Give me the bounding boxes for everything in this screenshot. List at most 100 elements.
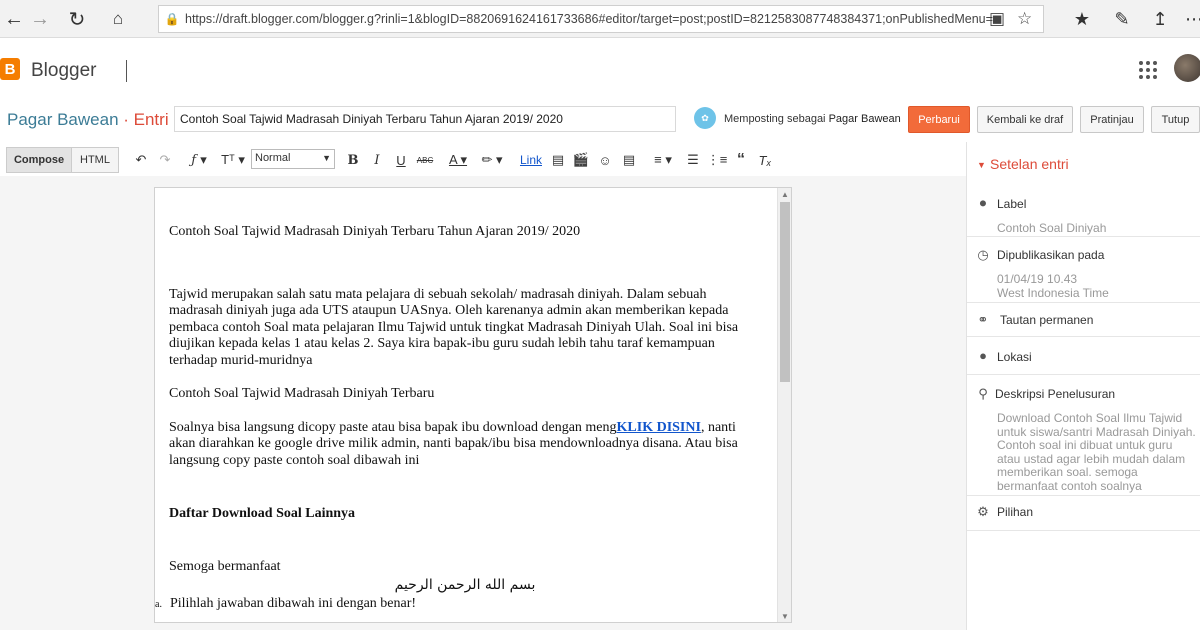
highlight-icon[interactable]: ✏ ▾ [478, 150, 506, 170]
blogger-header [0, 38, 1200, 98]
settings-divider [967, 336, 1200, 337]
user-avatar[interactable] [1174, 54, 1200, 82]
share-icon[interactable]: ↥ [1146, 6, 1174, 32]
remove-formatting-icon[interactable]: Tₓ [756, 150, 774, 170]
numbered-list-icon[interactable]: ☰ [684, 150, 702, 170]
align-icon[interactable]: ≡ ▾ [650, 150, 676, 170]
question-text: Pilihlah jawaban dibawah ini dengan bena… [169, 595, 417, 611]
forward-icon[interactable]: → [26, 6, 54, 32]
blog-name: Pagar Bawean [7, 110, 119, 129]
settings-divider [967, 236, 1200, 237]
address-bar[interactable]: 🔒 ▣ ☆ [158, 5, 1044, 33]
insert-video-icon[interactable]: 🎬 [572, 150, 590, 170]
redo-icon[interactable]: ↷ [157, 150, 173, 170]
posting-as-name: Pagar Bawean [828, 113, 901, 125]
emoji-icon[interactable]: ☺ [596, 150, 614, 170]
collapse-caret-icon[interactable]: ▼ [977, 160, 986, 170]
font-size-select[interactable]: Normal ▼ [251, 149, 335, 169]
label-value: Contoh Soal Diniyah [997, 221, 1107, 235]
para2-before: Soalnya bisa langsung dicopy paste atau … [169, 419, 617, 435]
italic-icon[interactable]: I [370, 150, 384, 170]
settings-divider [967, 495, 1200, 496]
question-line: a. Pilihlah jawaban dibawah ini dengan be… [155, 596, 747, 614]
html-tab[interactable]: HTML [71, 147, 119, 173]
post-paragraph-1: Tajwid merupakan salah satu mata pelajar… [169, 286, 739, 368]
post-settings-panel [966, 142, 1200, 630]
blog-title[interactable]: Pagar Bawean · Entri [7, 110, 169, 130]
gear-icon: ⚙ [977, 504, 989, 519]
location-title[interactable]: Lokasi [997, 350, 1032, 364]
bold-icon[interactable]: B [346, 150, 360, 170]
post-heading: Contoh Soal Tajwid Madrasah Diniyah Terb… [169, 224, 581, 239]
location-pin-icon: ● [979, 348, 987, 363]
home-icon[interactable]: ⌂ [104, 6, 132, 32]
blogger-logo[interactable]: B [0, 58, 20, 80]
posting-as-text: Memposting sebagai Pagar Bawean [724, 113, 901, 125]
mode-label: Entri [133, 110, 169, 129]
underline-icon[interactable]: U [394, 150, 408, 170]
scroll-down-icon[interactable]: ▼ [778, 610, 791, 622]
post-subheading: Contoh Soal Tajwid Madrasah Diniyah Terb… [169, 386, 435, 401]
undo-icon[interactable]: ↶ [133, 150, 149, 170]
author-avatar: ✿ [694, 107, 716, 129]
download-link[interactable]: KLIK DISINI [617, 420, 701, 435]
scroll-up-icon[interactable]: ▲ [778, 188, 791, 200]
close-button[interactable]: Tutup [1151, 106, 1200, 133]
lock-icon: 🔒 [164, 12, 180, 26]
compose-tab[interactable]: Compose [6, 147, 72, 173]
permalink-title[interactable]: Tautan permanen [1000, 313, 1093, 327]
link-button[interactable]: Link [518, 150, 544, 170]
options-title[interactable]: Pilihan [997, 505, 1033, 519]
text-color-icon[interactable]: A ▾ [444, 150, 472, 170]
quote-icon[interactable]: “ [732, 150, 750, 170]
post-title-input[interactable] [174, 106, 676, 132]
question-marker: a. [155, 598, 162, 610]
editor-frame[interactable]: Contoh Soal Tajwid Madrasah Diniyah Terb… [154, 187, 792, 623]
label-tag-icon: ⚫ [977, 196, 989, 211]
search-icon: ⚲ [978, 386, 988, 401]
revert-draft-button[interactable]: Kembali ke draf [977, 106, 1073, 133]
text-size-icon[interactable]: Tᵀ ▾ [219, 150, 247, 170]
refresh-icon[interactable]: ↻ [63, 6, 91, 32]
clock-icon: ◷ [977, 247, 989, 262]
published-timezone: West Indonesia Time [997, 286, 1109, 300]
font-family-icon[interactable]: ƒ ▾ [185, 150, 213, 170]
jump-break-icon[interactable]: ▤ [620, 150, 638, 170]
preview-button[interactable]: Pratinjau [1080, 106, 1144, 133]
url-input[interactable] [185, 12, 995, 26]
strikethrough-icon[interactable]: ABC [416, 150, 434, 170]
header-divider [126, 60, 127, 82]
basmalah-text: بسم الله الرحمن الرحيم [394, 577, 536, 593]
list-title: Daftar Download Soal Lainnya [169, 506, 356, 521]
update-button[interactable]: Perbarui [908, 106, 970, 133]
apps-grid-icon[interactable] [1136, 58, 1158, 80]
pen-note-icon[interactable]: ✎ [1108, 6, 1136, 32]
settings-title[interactable]: Setelan entri [990, 156, 1069, 172]
published-title[interactable]: Dipublikasikan pada [997, 248, 1104, 262]
app-name[interactable]: Blogger [31, 60, 97, 82]
scroll-thumb[interactable] [780, 202, 790, 382]
posting-as-prefix: Memposting sebagai [724, 113, 826, 125]
editor-content[interactable]: Contoh Soal Tajwid Madrasah Diniyah Terb… [155, 224, 761, 613]
insert-image-icon[interactable]: ▤ [549, 150, 567, 170]
editor-scrollbar[interactable]: ▲ ▼ [777, 188, 791, 622]
reading-view-icon[interactable]: ▣ [989, 9, 1005, 29]
bullet-list-icon[interactable]: ⋮≡ [707, 150, 728, 170]
label-title[interactable]: Label [997, 197, 1026, 211]
permalink-chain-icon: ⚭ [977, 312, 989, 327]
more-icon[interactable]: ⋯ [1180, 6, 1200, 32]
chevron-down-icon: ▼ [322, 153, 331, 163]
title-separator: · [118, 110, 134, 129]
settings-divider [967, 302, 1200, 303]
settings-divider [967, 374, 1200, 375]
closing-text: Semoga bermanfaat [169, 558, 281, 574]
settings-divider [967, 530, 1200, 531]
search-description-title[interactable]: Deskripsi Penelusuran [995, 387, 1115, 401]
post-paragraph-2: Soalnya bisa langsung dicopy paste atau … [169, 420, 761, 470]
back-icon[interactable]: ← [0, 6, 28, 32]
search-description-value: Download Contoh Soal Ilmu Tajwid untuk s… [997, 411, 1196, 493]
favorite-star-icon[interactable]: ☆ [1017, 9, 1032, 29]
favorites-list-icon[interactable]: ★ [1068, 6, 1096, 32]
font-size-value: Normal [255, 152, 291, 164]
published-date: 01/04/19 10.43 [997, 272, 1078, 286]
